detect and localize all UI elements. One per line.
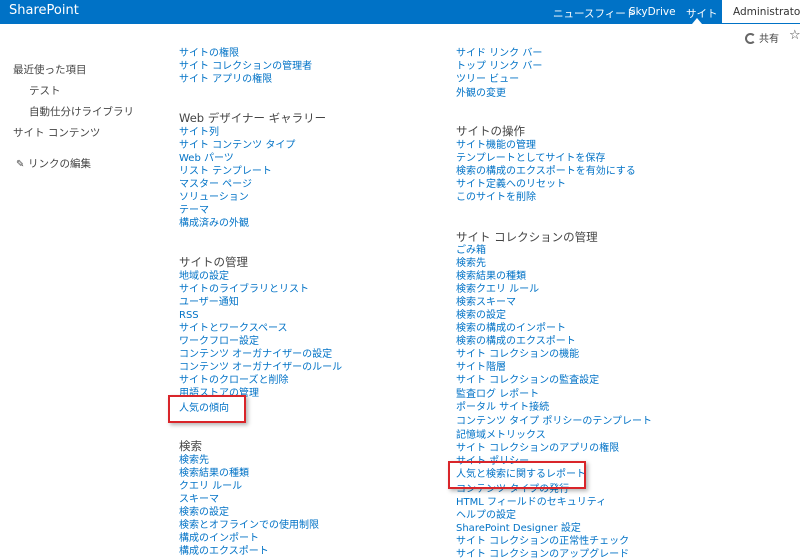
recent-item-test[interactable]: テスト [29, 83, 61, 98]
section-heading-search: 検索 [179, 439, 202, 453]
settings-link[interactable]: サイト アプリの権限 [179, 74, 272, 86]
settings-link[interactable]: コンテンツ オーガナイザーのルール [179, 362, 342, 374]
share-button[interactable]: 共有 [745, 30, 779, 45]
nav-skydrive[interactable]: SkyDrive [629, 6, 676, 18]
settings-link[interactable]: ソリューション [179, 192, 249, 204]
settings-link[interactable]: 検索の構成のエクスポート [456, 336, 576, 348]
settings-link[interactable]: リスト テンプレート [179, 166, 272, 178]
settings-link[interactable]: サイトの権限 [179, 48, 239, 60]
settings-link[interactable]: サイト階層 [456, 362, 506, 374]
settings-link[interactable]: サイト コレクションのアップグレード [456, 549, 629, 558]
settings-link[interactable]: ヘルプの設定 [456, 510, 516, 522]
settings-link[interactable]: クエリ ルール [179, 481, 242, 493]
settings-link[interactable]: スキーマ [179, 494, 219, 506]
settings-link[interactable]: ポータル サイト接続 [456, 402, 549, 414]
settings-link[interactable]: コンテンツ タイプの発行 [456, 484, 569, 496]
settings-link[interactable]: サイト ポリシー [456, 456, 529, 468]
settings-link[interactable]: 記憶域メトリックス [456, 430, 546, 442]
settings-link[interactable]: 構成のエクスポート [179, 546, 269, 558]
settings-link[interactable]: サイト コンテンツ タイプ [179, 140, 295, 152]
settings-link[interactable]: SharePoint Designer 設定 [456, 523, 581, 535]
settings-link[interactable]: サイトとワークスペース [179, 323, 288, 335]
suite-bar: SharePoint ニュースフィード SkyDrive サイト Adminis… [0, 0, 800, 24]
section-heading-gallery: Web デザイナー ギャラリー [179, 111, 327, 125]
recent-item-library[interactable]: 自動仕分けライブラリ [29, 104, 134, 119]
settings-link[interactable]: 検索先 [179, 455, 209, 467]
settings-link[interactable]: 構成のインポート [179, 533, 259, 545]
brand-logo[interactable]: SharePoint [9, 3, 79, 18]
settings-link[interactable]: 検索先 [456, 258, 486, 270]
settings-link[interactable]: サイト列 [179, 127, 219, 139]
settings-link[interactable]: コンテンツ タイプ ポリシーのテンプレート [456, 416, 652, 428]
settings-link[interactable]: 外観の変更 [456, 88, 506, 100]
settings-link[interactable]: RSS [179, 310, 199, 322]
settings-link[interactable]: 監査ログ レポート [456, 389, 539, 401]
settings-link[interactable]: 検索結果の種類 [179, 468, 249, 480]
settings-link[interactable]: ワークフロー設定 [179, 336, 259, 348]
user-menu[interactable]: Administrator [722, 0, 800, 24]
section-heading-site-admin: サイトの管理 [179, 255, 248, 269]
settings-link[interactable]: 検索スキーマ [456, 297, 516, 309]
follow-star-icon[interactable]: ☆ [789, 28, 800, 43]
settings-link[interactable]: 用語ストアの管理 [179, 388, 259, 400]
settings-link[interactable]: 検索クエリ ルール [456, 284, 539, 296]
popularity-trends-link[interactable]: 人気の傾向 [179, 403, 229, 415]
settings-link[interactable]: Web パーツ [179, 153, 234, 165]
settings-link[interactable]: サイト機能の管理 [456, 140, 536, 152]
settings-link[interactable]: 検索結果の種類 [456, 271, 526, 283]
settings-link[interactable]: 検索の設定 [179, 507, 229, 519]
settings-link[interactable]: ごみ箱 [456, 245, 486, 257]
edit-links-label: リンクの編集 [28, 158, 91, 170]
settings-link[interactable]: サイト コレクションの管理者 [179, 61, 312, 73]
user-name: Administrator [733, 6, 800, 18]
settings-link[interactable]: サイト定義へのリセット [456, 179, 566, 191]
settings-link[interactable]: コンテンツ オーガナイザーの設定 [179, 349, 332, 361]
settings-link[interactable]: ユーザー通知 [179, 297, 239, 309]
active-nav-caret-icon [692, 18, 702, 24]
settings-link[interactable]: 検索の設定 [456, 310, 506, 322]
settings-link[interactable]: テンプレートとしてサイトを保存 [456, 153, 605, 165]
section-heading-collection-admin: サイト コレクションの管理 [456, 230, 598, 244]
edit-links-button[interactable]: ✎ リンクの編集 [16, 156, 91, 171]
site-contents-link[interactable]: サイト コンテンツ [13, 125, 100, 140]
settings-link[interactable]: このサイトを削除 [456, 192, 536, 204]
settings-link[interactable]: トップ リンク バー [456, 61, 542, 73]
share-label: 共有 [759, 34, 779, 45]
settings-link[interactable]: 構成済みの外観 [179, 218, 249, 230]
pencil-icon: ✎ [16, 159, 25, 170]
settings-link[interactable]: サイド リンク バー [456, 48, 542, 60]
settings-link[interactable]: サイト コレクションの正常性チェック [456, 536, 629, 548]
settings-link[interactable]: 地域の設定 [179, 271, 229, 283]
settings-link[interactable]: サイト コレクションのアプリの権限 [456, 443, 619, 455]
recent-heading[interactable]: 最近使った項目 [13, 62, 87, 77]
settings-link[interactable]: サイトのライブラリとリスト [179, 284, 309, 296]
settings-link[interactable]: HTML フィールドのセキュリティ [456, 497, 606, 509]
settings-link[interactable]: ツリー ビュー [456, 74, 519, 86]
settings-link[interactable]: 検索とオフラインでの使用制限 [179, 520, 319, 532]
settings-link[interactable]: マスター ページ [179, 179, 252, 191]
settings-link[interactable]: サイトのクローズと削除 [179, 375, 289, 387]
nav-newsfeed[interactable]: ニュースフィード [553, 6, 636, 21]
settings-link[interactable]: 検索の構成のインポート [456, 323, 566, 335]
popularity-search-reports-link[interactable]: 人気と検索に関するレポート [456, 469, 586, 481]
settings-link[interactable]: 検索の構成のエクスポートを有効にする [456, 166, 636, 178]
share-icon [745, 33, 756, 44]
section-heading-site-actions: サイトの操作 [456, 124, 525, 138]
settings-link[interactable]: サイト コレクションの機能 [456, 349, 579, 361]
settings-link[interactable]: テーマ [179, 205, 209, 217]
settings-link[interactable]: サイト コレクションの監査設定 [456, 375, 599, 387]
